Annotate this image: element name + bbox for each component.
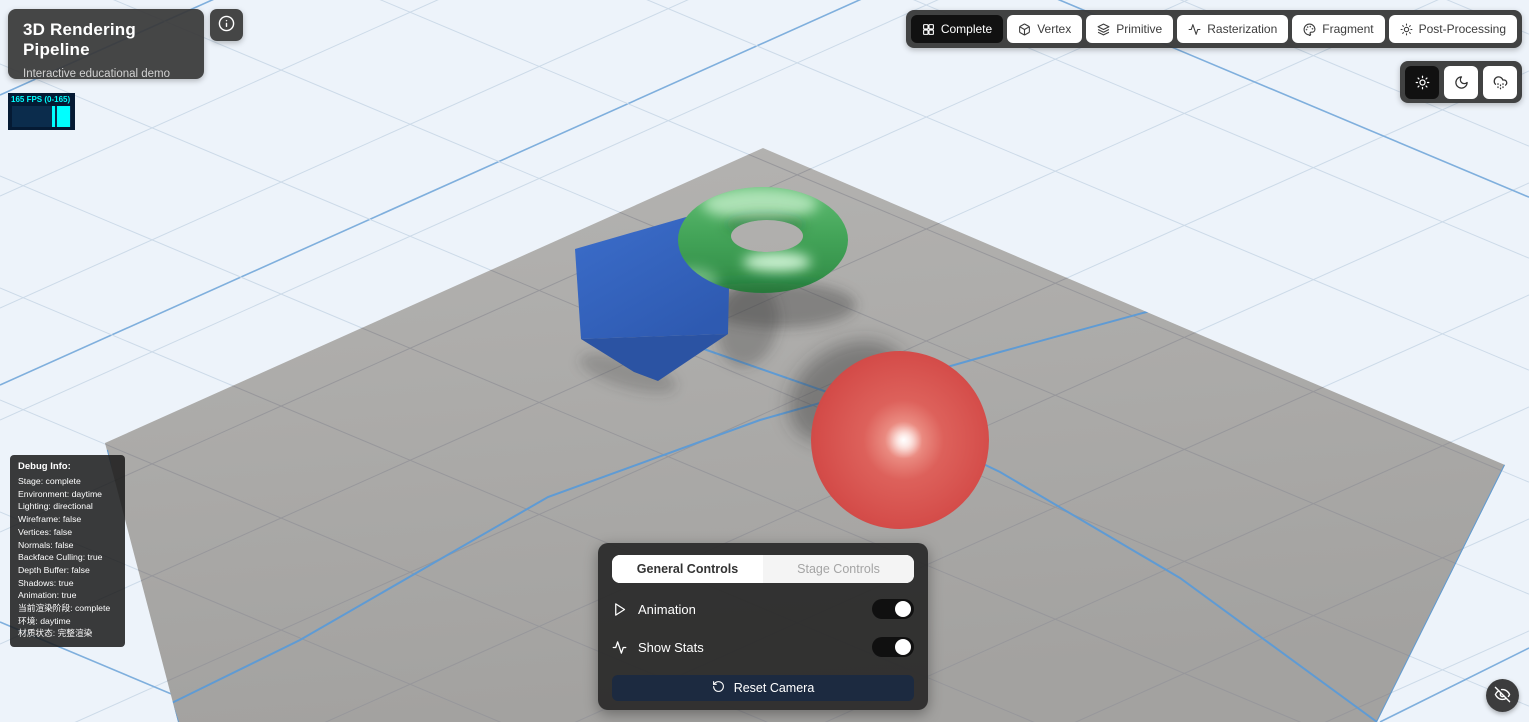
page-title: 3D Rendering Pipeline [23,20,189,60]
stage-button-post-processing[interactable]: Post-Processing [1389,15,1517,43]
stage-button-label: Post-Processing [1419,22,1506,36]
stage-toolbar: Complete Vertex Primitive Rasterization … [906,10,1522,48]
fps-bar [57,106,70,127]
layers-icon [1097,23,1110,36]
debug-line: Animation: true [18,589,117,602]
animation-toggle[interactable] [872,599,914,619]
toggle-label: Animation [638,602,872,617]
toggle-label: Show Stats [638,640,872,655]
debug-line: Environment: daytime [18,488,117,501]
show-stats-row: Show Stats [612,635,914,659]
environment-button-night[interactable] [1444,66,1478,99]
fps-meter[interactable]: 165 FPS (0-165) [8,93,75,130]
reset-camera-button[interactable]: Reset Camera [612,675,914,701]
info-icon [218,15,235,35]
hide-ui-button[interactable] [1486,679,1519,712]
debug-panel: Debug Info: Stage: complete Environment:… [10,455,125,647]
show-stats-toggle[interactable] [872,637,914,657]
app-root: { "header": { "title": "3D Rendering Pip… [0,0,1529,722]
sun-icon [1415,75,1430,90]
tab-stage-controls[interactable]: Stage Controls [763,555,914,583]
debug-line: Backface Culling: true [18,551,117,564]
activity-icon [1188,23,1201,36]
fps-bar [52,106,55,127]
fps-graph [12,106,71,127]
stage-button-label: Primitive [1116,22,1162,36]
debug-line: Normals: false [18,539,117,552]
stage-button-label: Fragment [1322,22,1373,36]
toggle-knob [895,601,911,617]
control-panel: General Controls Stage Controls Animatio… [598,543,928,710]
tab-general-controls[interactable]: General Controls [612,555,763,583]
animation-row: Animation [612,597,914,621]
fps-label: 165 FPS (0-165) [11,95,72,104]
grid-icon [922,23,935,36]
stage-button-label: Rasterization [1207,22,1277,36]
sphere-mesh [811,351,989,529]
stage-button-label: Vertex [1037,22,1071,36]
page-subtitle: Interactive educational demo [23,68,189,80]
moon-icon [1454,75,1469,90]
debug-title: Debug Info: [18,461,117,472]
debug-line: 环境: daytime [18,615,117,628]
debug-line: Shadows: true [18,577,117,590]
debug-line: Lighting: directional [18,500,117,513]
cloud-drizzle-icon [1493,75,1508,90]
box-icon [1018,23,1031,36]
debug-line: Stage: complete [18,475,117,488]
toggle-knob [895,639,911,655]
environment-button-daytime[interactable] [1405,66,1439,99]
stage-button-primitive[interactable]: Primitive [1086,15,1173,43]
play-icon [612,602,627,617]
environment-button-rain[interactable] [1483,66,1517,99]
debug-line: Depth Buffer: false [18,564,117,577]
title-card: 3D Rendering Pipeline Interactive educat… [8,9,204,79]
stage-button-rasterization[interactable]: Rasterization [1177,15,1288,43]
stage-button-complete[interactable]: Complete [911,15,1003,43]
debug-line: 材质状态: 完整渲染 [18,627,117,640]
stage-button-fragment[interactable]: Fragment [1292,15,1384,43]
sun-icon [1400,23,1413,36]
palette-icon [1303,23,1316,36]
info-button[interactable] [210,9,243,41]
debug-line: Vertices: false [18,526,117,539]
activity-icon [612,640,627,655]
rotate-ccw-icon [712,680,725,696]
debug-line: Wireframe: false [18,513,117,526]
eye-off-icon [1494,686,1511,706]
tab-bar: General Controls Stage Controls [612,555,914,583]
stage-button-vertex[interactable]: Vertex [1007,15,1082,43]
environment-toolbar [1400,61,1522,103]
stage-button-label: Complete [941,22,992,36]
debug-line: 当前渲染阶段: complete [18,602,117,615]
reset-camera-label: Reset Camera [734,681,815,695]
